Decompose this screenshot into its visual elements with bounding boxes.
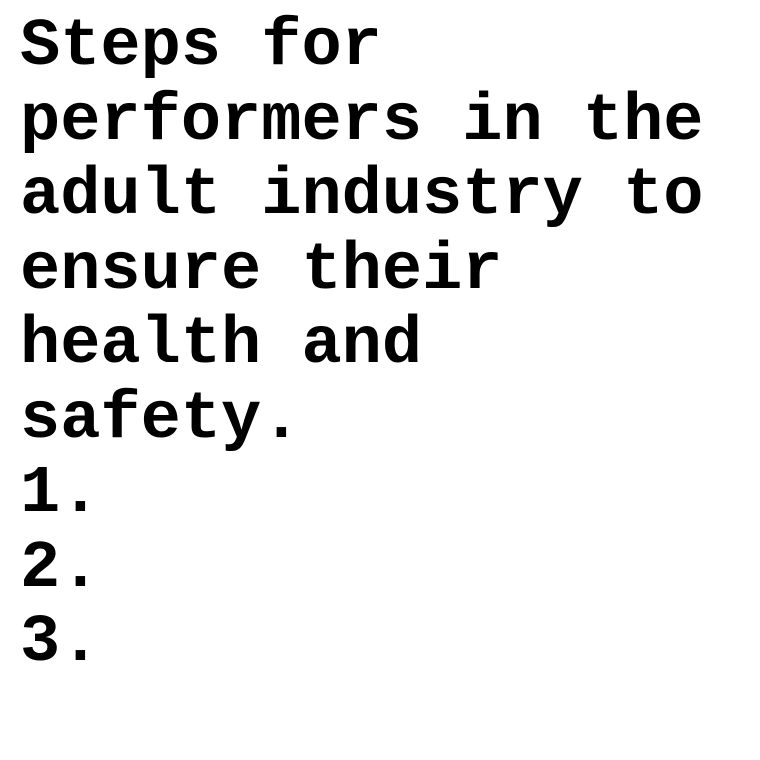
step-item-1: 1. (20, 456, 101, 532)
document-heading: Steps for performers in the adult indust… (20, 9, 704, 458)
step-item-2: 2. (20, 530, 101, 607)
step-item-3: 3. (20, 605, 101, 681)
document-page: Steps for performers in the adult indust… (0, 0, 760, 760)
steps-list: 1. 2. 3. (20, 457, 760, 681)
